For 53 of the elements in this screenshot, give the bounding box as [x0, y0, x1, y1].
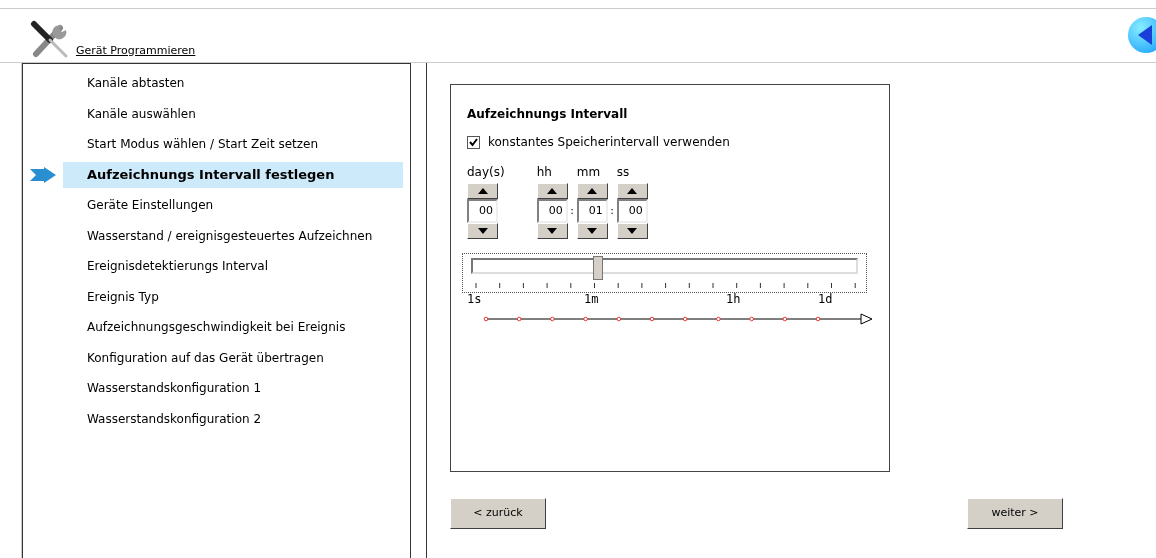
- slider-scale-label: 1s: [467, 293, 482, 305]
- step-item[interactable]: Start Modus wählen / Start Zeit setzen: [63, 131, 403, 158]
- up-triangle-icon: [587, 188, 598, 194]
- checkbox-label: konstantes Speicherintervall verwenden: [488, 134, 730, 151]
- back-button[interactable]: < zurück: [450, 498, 546, 529]
- panel-title: Aufzeichnungs Intervall: [467, 106, 629, 123]
- spin-up-button[interactable]: [616, 183, 648, 199]
- spin-down-button[interactable]: [576, 223, 608, 239]
- spin-up-button[interactable]: [467, 183, 498, 199]
- up-triangle-icon: [477, 188, 488, 194]
- page-title[interactable]: Gerät Programmieren: [76, 42, 196, 59]
- slider-scale-label: 1m: [584, 293, 599, 305]
- up-triangle-icon: [627, 188, 638, 194]
- down-triangle-icon: [627, 228, 638, 234]
- checkbox[interactable]: [467, 135, 480, 149]
- spinner-field[interactable]: 00: [467, 199, 498, 223]
- spinner-label: day(s): [467, 164, 505, 181]
- slider-thumb[interactable]: [592, 256, 603, 280]
- step-item[interactable]: Geräte Einstellungen: [63, 192, 403, 219]
- down-triangle-icon: [477, 228, 488, 234]
- slider-scale-label: 1h: [726, 293, 741, 305]
- spin-up-button[interactable]: [536, 183, 568, 199]
- interval-slider[interactable]: [462, 253, 867, 293]
- step-item[interactable]: Wasserstandskonfiguration 2: [63, 405, 403, 432]
- spin-down-button[interactable]: [616, 223, 648, 239]
- time-separator: :: [609, 203, 616, 219]
- step-item[interactable]: Kanäle auswählen: [63, 100, 403, 127]
- spinner-field[interactable]: 01: [576, 199, 608, 223]
- step-item[interactable]: Ereignisdetektierungs Interval: [63, 253, 403, 280]
- spinner-label: ss: [616, 164, 630, 181]
- next-button[interactable]: weiter >: [967, 498, 1063, 529]
- spinner-label: hh: [536, 164, 552, 181]
- step-item[interactable]: Ereignis Typ: [63, 283, 403, 310]
- slider-scale-label: 1d: [818, 293, 833, 305]
- spinner-field[interactable]: 00: [616, 199, 648, 223]
- step-item[interactable]: Konfiguration auf das Gerät übertragen: [63, 344, 403, 371]
- time-separator: :: [569, 203, 576, 219]
- step-item[interactable]: Kanäle abtasten: [63, 70, 403, 97]
- spin-up-button[interactable]: [576, 183, 608, 199]
- spinner-label: mm: [576, 164, 601, 181]
- step-item[interactable]: Wasserstand / ereignisgesteuertes Aufzeichnen: [63, 222, 403, 249]
- spin-down-button[interactable]: [536, 223, 568, 239]
- down-triangle-icon: [587, 228, 598, 234]
- up-triangle-icon: [547, 188, 558, 194]
- left-triangle-icon: [1138, 25, 1154, 45]
- step-item[interactable]: Aufzeichnungsgeschwindigkeit bei Ereignis: [63, 314, 403, 341]
- step-item[interactable]: Aufzeichnungs Intervall festlegen: [63, 161, 403, 188]
- back-circle-button[interactable]: [1128, 17, 1156, 53]
- spin-down-button[interactable]: [467, 223, 498, 239]
- spinner-field[interactable]: 00: [536, 199, 568, 223]
- down-triangle-icon: [547, 228, 558, 234]
- step-item[interactable]: Wasserstandskonfiguration 1: [63, 375, 403, 402]
- arrow-icon: [30, 166, 56, 183]
